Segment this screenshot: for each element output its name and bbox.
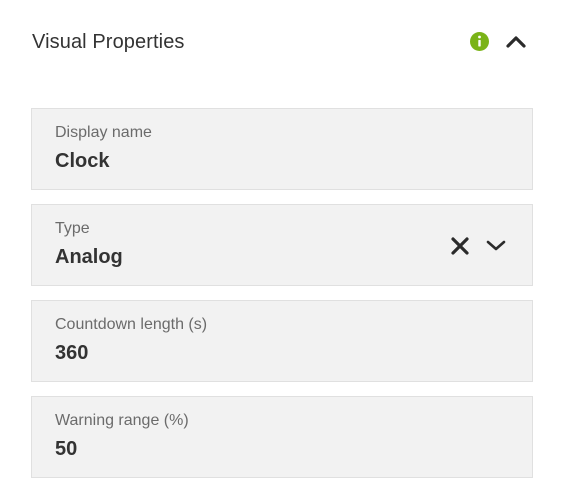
warning-range-field[interactable]: Warning range (%) 50 [31,396,533,478]
close-icon[interactable] [450,236,470,256]
display-name-label: Display name [55,124,152,141]
countdown-length-label: Countdown length (s) [55,316,208,333]
display-name-value: Clock [55,150,110,172]
panel-header: Visual Properties [32,28,532,56]
warning-range-label: Warning range (%) [55,412,189,429]
type-select[interactable]: Type Analog [31,204,533,286]
info-icon[interactable] [470,32,489,51]
countdown-length-field[interactable]: Countdown length (s) 360 [31,300,533,382]
panel-title: Visual Properties [32,31,185,53]
warning-range-value: 50 [55,438,78,460]
countdown-length-value: 360 [55,342,89,364]
chevron-down-icon[interactable] [486,240,506,252]
type-label: Type [55,220,90,237]
display-name-field[interactable]: Display name Clock [31,108,533,190]
type-value: Analog [55,246,123,268]
chevron-up-icon[interactable] [506,35,526,49]
